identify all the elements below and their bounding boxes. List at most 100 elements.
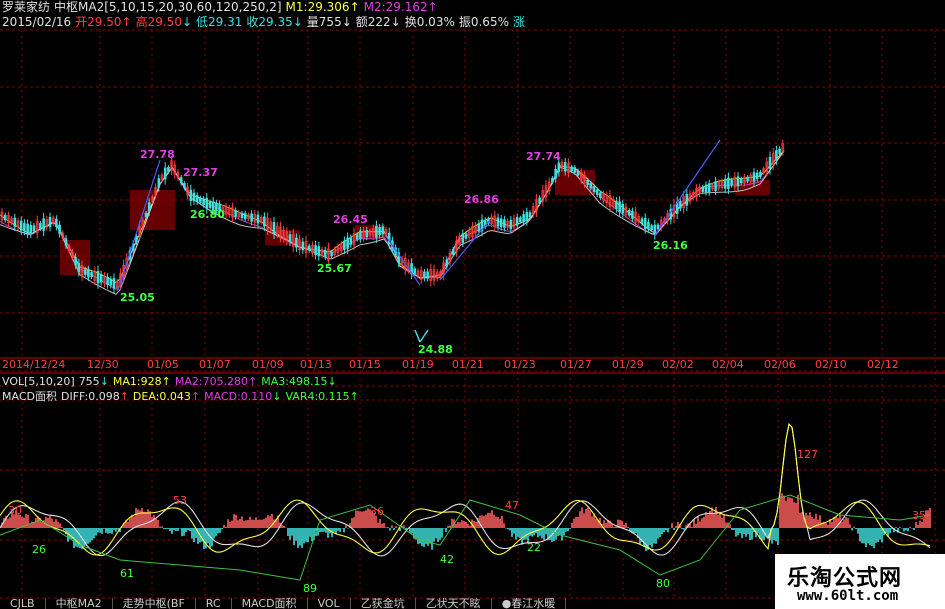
candle-body bbox=[503, 219, 506, 228]
indicator-tab[interactable]: ●春江水暖 bbox=[492, 598, 567, 609]
candle-body bbox=[755, 172, 759, 180]
macd-area-label: 47 bbox=[505, 499, 519, 512]
candle-body bbox=[323, 249, 327, 257]
candle-body bbox=[288, 234, 292, 243]
vol-ma1-arrow: ↑ bbox=[161, 375, 171, 388]
candle-body bbox=[199, 197, 202, 203]
candle-body bbox=[112, 278, 116, 289]
candle-body bbox=[727, 177, 730, 189]
candle-body bbox=[522, 214, 525, 223]
candle-body bbox=[650, 225, 653, 231]
indicator-tab[interactable]: VOL bbox=[308, 598, 351, 609]
candle-body bbox=[250, 213, 253, 222]
candle-body bbox=[423, 271, 426, 279]
vol-label[interactable]: VOL[5,10,20] bbox=[2, 375, 75, 388]
x-axis-tick-label: 2014/12/24 bbox=[2, 358, 65, 371]
pivot-price-label: 27.78 bbox=[140, 148, 175, 161]
candle-body bbox=[538, 197, 541, 204]
indicator-tab[interactable]: CJLB bbox=[0, 598, 46, 609]
vol-arrow: ↓ bbox=[99, 375, 109, 388]
quote-low: 低29.31 bbox=[196, 15, 243, 29]
candle-body bbox=[365, 230, 369, 238]
macd-area-label: 61 bbox=[120, 567, 134, 580]
macd-area-label: 22 bbox=[527, 541, 541, 554]
vol-ma3-arrow: ↓ bbox=[327, 375, 337, 388]
candle-body bbox=[263, 216, 266, 227]
quote-date: 2015/02/16 bbox=[2, 15, 72, 29]
pivot-price-label: 25.67 bbox=[317, 262, 352, 275]
pivot-price-label: 24.88 bbox=[418, 343, 453, 356]
candle-body bbox=[515, 217, 519, 226]
candle-body bbox=[445, 259, 449, 267]
stock-name[interactable]: 罗莱家纺 bbox=[2, 0, 50, 14]
candle-body bbox=[23, 222, 26, 232]
candle-body bbox=[144, 212, 148, 218]
candle-body bbox=[359, 230, 362, 240]
pivot-price-label: 25.05 bbox=[120, 291, 155, 304]
quote-header: 2015/02/16 开29.50↑ 高29.50↓ 低29.31 收29.35↓ 量75… bbox=[2, 15, 529, 29]
candle-body bbox=[301, 241, 305, 251]
indicator-tab[interactable]: 走势中枢(BF bbox=[113, 598, 196, 609]
candle-body bbox=[570, 166, 573, 172]
candle-body bbox=[656, 224, 660, 230]
candle-body bbox=[208, 202, 212, 208]
m2-value: M2:29.162 bbox=[363, 0, 428, 14]
indicator-tab[interactable]: 中枢MA2 bbox=[46, 598, 113, 609]
candle-body bbox=[563, 162, 567, 172]
candle-body bbox=[381, 226, 385, 235]
candle-body bbox=[179, 177, 183, 184]
m1-value: M1:29.306 bbox=[285, 0, 350, 14]
candle-body bbox=[307, 245, 311, 251]
candle-body bbox=[378, 227, 381, 235]
vol-ma2-arrow: ↑ bbox=[248, 375, 258, 388]
candle-body bbox=[99, 274, 103, 283]
indicator-tab[interactable]: MACD面积 bbox=[232, 598, 308, 609]
quote-change: 涨 bbox=[512, 15, 525, 29]
candle-body bbox=[615, 200, 618, 209]
pivot-price-label: 26.80 bbox=[190, 208, 225, 221]
candle-body bbox=[3, 214, 7, 221]
candle-body bbox=[58, 224, 61, 234]
candle-body bbox=[746, 176, 749, 182]
quote-open-arrow: ↑ bbox=[121, 15, 132, 29]
candle-body bbox=[775, 150, 778, 161]
candle-body bbox=[26, 223, 29, 234]
candle-body bbox=[592, 186, 596, 192]
x-axis-labels: 2014/12/24 12/30 01/05 01/07 01/09 01/13 01/15… bbox=[2, 358, 899, 371]
candle-body bbox=[195, 195, 199, 203]
vol-value: 755 bbox=[78, 375, 100, 388]
candle-body bbox=[355, 234, 359, 240]
candle-body bbox=[346, 237, 349, 249]
x-axis-tick-label: 02/12 bbox=[867, 358, 899, 371]
candle-body bbox=[736, 176, 740, 187]
m2-arrow: ↑ bbox=[427, 0, 438, 14]
x-axis-tick-label: 01/07 bbox=[199, 358, 231, 371]
indicator-tab[interactable]: 乙获金坑 bbox=[351, 598, 416, 609]
vol-ma1: MA1:928 bbox=[112, 375, 162, 388]
quote-turnover: 换0.03% bbox=[404, 15, 455, 29]
trend-line bbox=[384, 234, 421, 286]
candle-body bbox=[730, 179, 733, 186]
quote-volume: 量755 bbox=[306, 15, 342, 29]
candle-body bbox=[704, 184, 708, 193]
candle-body bbox=[243, 213, 247, 220]
pivot-marker bbox=[419, 329, 429, 343]
chart-canvas[interactable]: 2014/12/24 12/30 01/05 01/07 01/09 01/13 01/15… bbox=[0, 0, 945, 609]
candle-body bbox=[317, 246, 321, 257]
macd-macd-arrow: ↓ bbox=[272, 390, 282, 403]
macd-area-label: 127 bbox=[797, 448, 818, 461]
x-axis-tick-label: 01/23 bbox=[504, 358, 536, 371]
macd-label[interactable]: MACD面积 bbox=[2, 390, 57, 403]
candle-body bbox=[707, 183, 711, 193]
candle-body bbox=[167, 167, 170, 172]
candle-body bbox=[109, 278, 113, 286]
indicator-tab[interactable]: RC bbox=[196, 598, 232, 609]
macd-dea-arrow: ↑ bbox=[190, 390, 201, 403]
macd-diff-arrow: ↑ bbox=[119, 390, 129, 403]
macd-macd: MACD:0.110 bbox=[204, 390, 273, 403]
candle-body bbox=[525, 211, 529, 222]
moving-average-line bbox=[0, 150, 785, 295]
indicator-tab[interactable]: 乙状天不眩 bbox=[416, 598, 492, 609]
candle-body bbox=[627, 210, 631, 216]
candle-body bbox=[778, 148, 781, 155]
